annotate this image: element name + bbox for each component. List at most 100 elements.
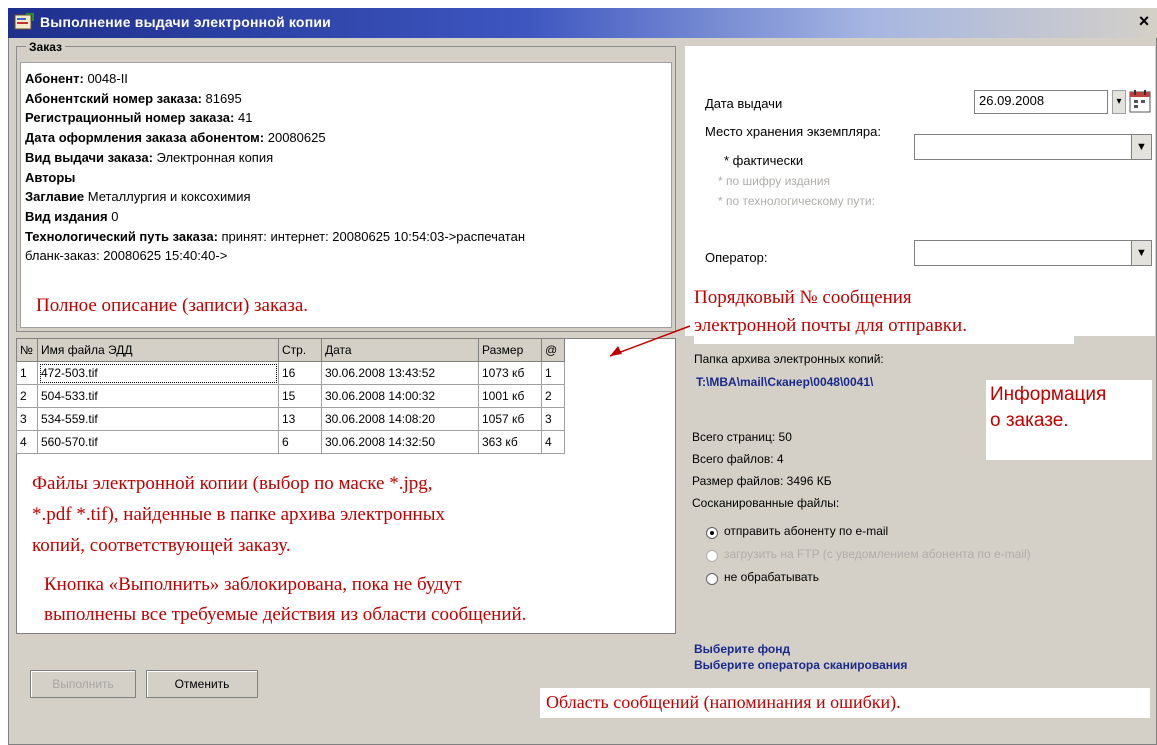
cell-size: 1057 кб — [478, 407, 542, 431]
cell-email[interactable]: 2 — [541, 384, 565, 408]
cell-date: 30.06.2008 14:08:20 — [321, 407, 479, 431]
archive-folder-label: Папка архива электронных копий: — [694, 352, 884, 366]
by-code-label: * по шифру издания — [718, 174, 831, 188]
radio-send-email[interactable] — [706, 527, 718, 539]
table-row[interactable]: 1 472-503.tif 16 30.06.2008 13:43:52 107… — [16, 361, 565, 385]
field-value: Электронная копия — [152, 149, 274, 165]
order-field: Вид издания 0 — [25, 207, 667, 227]
option-do-not-process-label: не обрабатывать — [724, 570, 820, 584]
table-row[interactable]: 3 534-559.tif 13 30.06.2008 14:08:20 105… — [16, 407, 565, 431]
callout-info-line: о заказе. — [990, 410, 1069, 431]
cancel-button[interactable]: Отменить — [146, 670, 258, 698]
archive-folder-path[interactable]: T:\MBA\mail\Сканер\0048\0041\ — [696, 375, 873, 389]
callout-files-line: Файлы электронной копии (выбор по маске … — [32, 473, 433, 494]
cell-filename[interactable]: 472-503.tif — [37, 361, 279, 385]
cell-date: 30.06.2008 14:00:32 — [321, 384, 479, 408]
field-label: Вид выдачи заказа: — [25, 149, 153, 165]
callout-email-number: Порядковый № сообщения электронной почты… — [694, 284, 1074, 344]
message-line: Выберите оператора сканирования — [694, 658, 908, 672]
actual-location-select[interactable]: ▼ — [914, 134, 1152, 160]
total-pages: Всего страниц: 50 — [692, 430, 792, 444]
callout-button-line: выполнены все требуемые действия из обла… — [44, 600, 427, 630]
files-size: Размер файлов: 3496 КБ — [692, 474, 832, 488]
field-label: Регистрационный номер заказа: — [25, 110, 235, 126]
field-value: 81695 — [201, 90, 242, 106]
chevron-down-icon[interactable]: ▼ — [1131, 241, 1151, 265]
field-label: Абонент: — [25, 71, 84, 86]
callout-files-line: *.pdf *.tif), найденные в папке архива э… — [32, 504, 445, 525]
message-line: Выберите фонд — [694, 642, 791, 656]
app-icon — [14, 12, 34, 32]
cell-size: 363 кб — [478, 430, 542, 454]
calendar-icon[interactable] — [1128, 88, 1152, 114]
order-field-continuation: бланк-заказ: 20080625 15:40:40-> — [25, 248, 228, 264]
callout-button-line: Кнопка «Выполнить» заблокирована, пока н… — [44, 570, 462, 600]
callout-full-description: Полное описание (записи) заказа. — [22, 292, 648, 322]
order-field: Технологический путь заказа: принят: инт… — [25, 227, 667, 247]
callout-button-line: сообщений. — [431, 600, 527, 630]
cell-filename[interactable]: 560-570.tif — [37, 430, 279, 454]
order-field: Дата оформления заказа абонентом: 200806… — [25, 128, 667, 148]
execute-button[interactable]: Выполнить — [30, 670, 136, 698]
cell-pages: 15 — [278, 384, 322, 408]
cell-number: 2 — [16, 384, 38, 408]
cell-email[interactable]: 4 — [541, 430, 565, 454]
close-icon[interactable]: × — [1134, 10, 1154, 32]
field-value: 20080625 — [264, 130, 326, 146]
order-description: Абонент: 0048-II Абонентский номер заказ… — [20, 62, 672, 328]
col-header-date[interactable]: Дата — [321, 338, 479, 362]
cell-size: 1001 кб — [478, 384, 542, 408]
field-label: Заглавие — [25, 189, 85, 205]
cell-email[interactable]: 3 — [541, 407, 565, 431]
scanned-files-label: Сосканированные файлы: — [692, 496, 840, 510]
operator-label: Оператор: — [705, 250, 768, 265]
callout-order-info: Информация о заказе. — [986, 380, 1152, 460]
cell-pages: 6 — [278, 430, 322, 454]
cell-pages: 13 — [278, 407, 322, 431]
option-upload-ftp-label: загрузить на FTP (с уведомлением абонент… — [724, 547, 1031, 561]
col-header-pages[interactable]: Стр. — [278, 338, 322, 362]
field-value: принят: интернет: 20080625 10:54:03->рас… — [217, 228, 526, 244]
by-path-label: * по технологическому пути: — [718, 194, 875, 208]
col-header-filename[interactable]: Имя файла ЭДД — [37, 338, 279, 362]
operator-select[interactable]: ▼ — [914, 240, 1152, 266]
actual-location-label: * фактически — [724, 153, 804, 168]
field-value: 0048-II — [83, 71, 128, 86]
cell-email[interactable]: 1 — [541, 361, 565, 385]
order-field: Заглавие Металлургия и коксохимия — [25, 187, 667, 207]
radio-upload-ftp[interactable] — [706, 550, 718, 562]
col-header-number[interactable]: № — [16, 338, 38, 362]
col-header-size[interactable]: Размер — [478, 338, 542, 362]
option-send-email-label: отправить абоненту по e-mail — [724, 524, 889, 538]
table-row[interactable]: 2 504-533.tif 15 30.06.2008 14:00:32 100… — [16, 384, 565, 408]
chevron-down-icon[interactable]: ▼ — [1131, 135, 1151, 159]
callout-messages: Область сообщений (напоминания и ошибки)… — [540, 688, 1150, 718]
window-title: Выполнение выдачи электронной копии — [40, 14, 331, 30]
cell-filename[interactable]: 534-559.tif — [37, 407, 279, 431]
order-field: Вид выдачи заказа: Электронная копия — [25, 148, 667, 168]
cell-filename[interactable]: 504-533.tif — [37, 384, 279, 408]
cell-pages: 16 — [278, 361, 322, 385]
cell-number: 1 — [16, 361, 38, 385]
callout-email-line: электронной почты для отправки. — [694, 315, 967, 336]
order-field: Абонент: 0048-II — [25, 69, 667, 89]
callout-info-line: Информация — [990, 384, 1107, 405]
radio-do-not-process[interactable] — [706, 573, 718, 585]
issue-date-field[interactable]: 26.09.2008 — [974, 90, 1108, 114]
cell-number: 4 — [16, 430, 38, 454]
field-value: 0 — [107, 208, 119, 224]
files-table: № Имя файла ЭДД Стр. Дата Размер @ 1 472… — [16, 338, 565, 454]
cell-size: 1073 кб — [478, 361, 542, 385]
order-field: Регистрационный номер заказа: 41 — [25, 108, 667, 128]
table-row[interactable]: 4 560-570.tif 6 30.06.2008 14:32:50 363 … — [16, 430, 565, 454]
date-dropdown-icon[interactable]: ▾ — [1112, 90, 1126, 114]
field-value: 41 — [234, 110, 253, 126]
field-label: Дата оформления заказа абонентом: — [25, 130, 265, 146]
field-value: Металлургия и коксохимия — [84, 189, 251, 205]
total-files: Всего файлов: 4 — [692, 452, 784, 466]
field-label: Абонентский номер заказа: — [25, 90, 202, 106]
storage-label: Место хранения экземпляра: — [705, 124, 882, 139]
field-label: Авторы — [25, 169, 76, 185]
issue-date-label: Дата выдачи — [705, 96, 783, 111]
col-header-email[interactable]: @ — [541, 338, 565, 362]
